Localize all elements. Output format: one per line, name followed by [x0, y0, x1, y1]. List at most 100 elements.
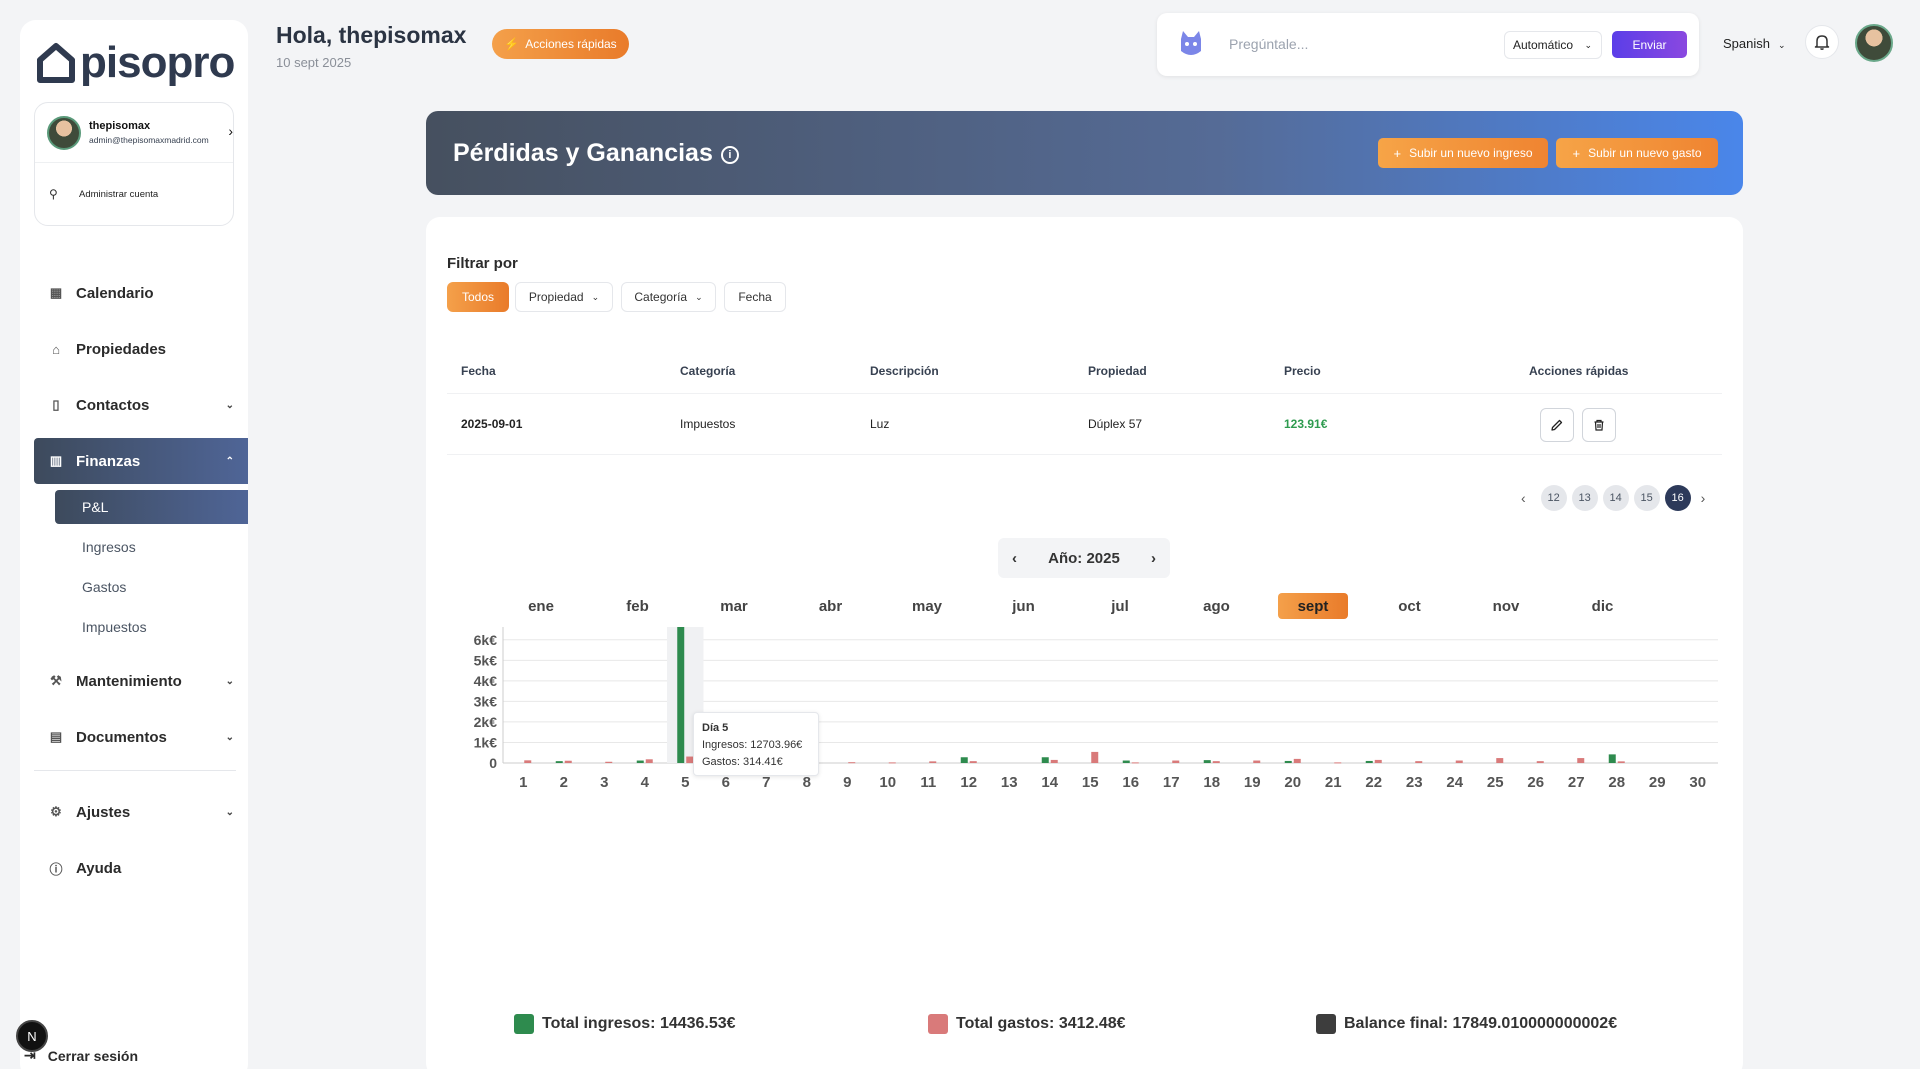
page-button[interactable]: 13: [1571, 485, 1598, 511]
month-tab-dic[interactable]: dic: [1568, 593, 1638, 619]
filter-category-dropdown[interactable]: Categoría ⌄: [621, 282, 716, 312]
filter-date-button[interactable]: Fecha: [724, 282, 786, 312]
account-email: admin@thepisomaxmadrid.com: [89, 135, 209, 145]
delete-button[interactable]: [1582, 408, 1616, 442]
income-bar: [555, 761, 563, 763]
logo[interactable]: pisopro: [36, 38, 235, 88]
y-tick-label: 5k€: [474, 652, 498, 668]
gear-icon: ⚙: [50, 804, 62, 819]
manage-account-label: Administrar cuenta: [79, 188, 159, 200]
chevron-down-icon: ⌄: [225, 731, 234, 743]
filter-all-button[interactable]: Todos: [447, 282, 509, 312]
sidebar-item-label: Mantenimiento: [76, 672, 182, 690]
pl-card: Filtrar por Todos Propiedad ⌄ Categoría ⌄ …: [426, 217, 1743, 1069]
sidebar-item-label: Ajustes: [76, 803, 131, 821]
col-header-fecha: Fecha: [461, 364, 496, 378]
income-bar: [1365, 760, 1373, 763]
notifications-button[interactable]: [1805, 25, 1839, 59]
tooltip-income: Ingresos: 12703.96€: [702, 739, 803, 751]
sidebar-item-calendario[interactable]: ▦ Calendario: [34, 270, 248, 316]
month-tab-oct[interactable]: oct: [1375, 593, 1445, 619]
mode-select[interactable]: Automático ⌄: [1504, 31, 1602, 59]
expense-bar: [848, 762, 856, 764]
chevron-left-icon[interactable]: ‹: [1521, 490, 1526, 506]
page-button[interactable]: 12: [1540, 485, 1567, 511]
month-tab-ago[interactable]: ago: [1182, 593, 1252, 619]
prev-year-icon[interactable]: ‹: [1012, 550, 1017, 567]
sidebar-nav: ▦ Calendario ⌂ Propiedades ▯ Contactos ⌄…: [34, 270, 248, 901]
language-select[interactable]: Spanish ⌄: [1723, 36, 1786, 51]
plus-icon: +: [1393, 145, 1402, 161]
avatar: [47, 115, 81, 150]
month-tab-ene[interactable]: ene: [506, 593, 576, 619]
subnav-item-pl[interactable]: P&L: [55, 490, 248, 524]
sidebar-item-finanzas[interactable]: ▥ Finanzas ⌃: [34, 438, 248, 484]
pagination: ‹ 12 13 14 15 16 ›: [1511, 485, 1715, 511]
month-tab-nov[interactable]: nov: [1471, 593, 1541, 619]
filter-property-dropdown[interactable]: Propiedad ⌄: [515, 282, 613, 312]
tooltip-title: Día 5: [702, 722, 729, 734]
quick-actions-button[interactable]: ⚡ Acciones rápidas: [492, 29, 629, 59]
user-avatar[interactable]: [1855, 24, 1893, 62]
pl-bar-chart: 01k€2k€3k€4k€5k€6k€7k€8k€9k€10k€11k€12k€…: [474, 627, 1718, 791]
y-tick-label: 0: [489, 755, 497, 771]
page-button[interactable]: 14: [1602, 485, 1629, 511]
trash-icon: [1594, 419, 1604, 431]
subnav-item-ingresos[interactable]: Ingresos: [55, 530, 248, 564]
sidebar-item-mantenimiento[interactable]: ⚒ Mantenimiento ⌄: [34, 658, 248, 704]
x-tick-label: 29: [1649, 774, 1666, 791]
x-tick-label: 7: [762, 774, 770, 791]
sidebar-item-contactos[interactable]: ▯ Contactos ⌄: [34, 382, 248, 428]
manage-account-link[interactable]: ⚲ Administrar cuenta: [35, 163, 233, 225]
x-tick-label: 2: [560, 774, 568, 791]
expense-bar: [1172, 760, 1180, 763]
ask-assistant-bar: Automático ⌄ Enviar: [1157, 13, 1699, 76]
sidebar-item-ayuda[interactable]: ⓘ Ayuda: [34, 845, 248, 891]
income-swatch: [514, 1014, 534, 1034]
month-tab-may[interactable]: may: [892, 593, 962, 619]
logout-label: Cerrar sesión: [47, 1047, 139, 1064]
x-tick-label: 3: [600, 774, 608, 791]
ask-input[interactable]: [1229, 31, 1489, 57]
month-tab-feb[interactable]: feb: [603, 593, 673, 619]
month-tab-mar[interactable]: mar: [699, 593, 769, 619]
sidebar-item-ajustes[interactable]: ⚙ Ajustes ⌄: [34, 789, 248, 835]
subnav-item-gastos[interactable]: Gastos: [55, 570, 248, 604]
x-tick-label: 18: [1203, 774, 1220, 791]
subnav-item-impuestos[interactable]: Impuestos: [55, 610, 248, 644]
logout-icon: ⇥: [24, 1047, 36, 1063]
next-year-icon[interactable]: ›: [1151, 550, 1156, 567]
total-expense: Total gastos: 3412.48€: [928, 1014, 1126, 1034]
expense-bar: [1334, 762, 1342, 764]
filter-category-label: Categoría: [634, 290, 688, 304]
income-bar: [1608, 754, 1616, 763]
chevron-right-icon[interactable]: ›: [1701, 490, 1706, 506]
sidebar-item-documentos[interactable]: ▤ Documentos ⌄: [34, 714, 248, 760]
new-expense-label: Subir un nuevo gasto: [1588, 146, 1702, 160]
new-expense-button[interactable]: + Subir un nuevo gasto: [1556, 138, 1718, 168]
month-tab-jul[interactable]: jul: [1085, 593, 1155, 619]
table-row[interactable]: 2025-09-01 Impuestos Luz Dúplex 57 123.9…: [447, 393, 1722, 455]
send-button[interactable]: Enviar: [1612, 31, 1687, 58]
page-button-current[interactable]: 16: [1664, 485, 1691, 511]
home-icon: ⌂: [52, 341, 60, 357]
page-button[interactable]: 15: [1633, 485, 1660, 511]
account-summary[interactable]: thepisomax admin@thepisomaxmadrid.com ›: [35, 103, 233, 163]
x-tick-label: 23: [1406, 774, 1423, 791]
month-tab-jun[interactable]: jun: [989, 593, 1059, 619]
month-tab-sept[interactable]: sept: [1278, 593, 1348, 619]
info-icon[interactable]: i: [720, 146, 739, 164]
new-income-button[interactable]: + Subir un nuevo ingreso: [1378, 138, 1548, 168]
balance-final-label: Balance final: 17849.010000000002€: [1344, 1015, 1618, 1032]
expense-bar: [888, 762, 896, 764]
sidebar-item-propiedades[interactable]: ⌂ Propiedades: [34, 326, 248, 372]
chevron-right-icon[interactable]: ›: [228, 123, 233, 139]
month-tab-abr[interactable]: abr: [796, 593, 866, 619]
edit-button[interactable]: [1540, 408, 1574, 442]
expense-bar: [605, 761, 613, 763]
x-tick-label: 11: [920, 774, 936, 791]
page-title-text: Pérdidas y Ganancias: [453, 139, 713, 167]
logout-button[interactable]: ⇥ Cerrar sesión: [24, 1047, 138, 1064]
expense-bar: [1415, 761, 1423, 763]
bar-chart-icon: ▥: [49, 453, 63, 468]
